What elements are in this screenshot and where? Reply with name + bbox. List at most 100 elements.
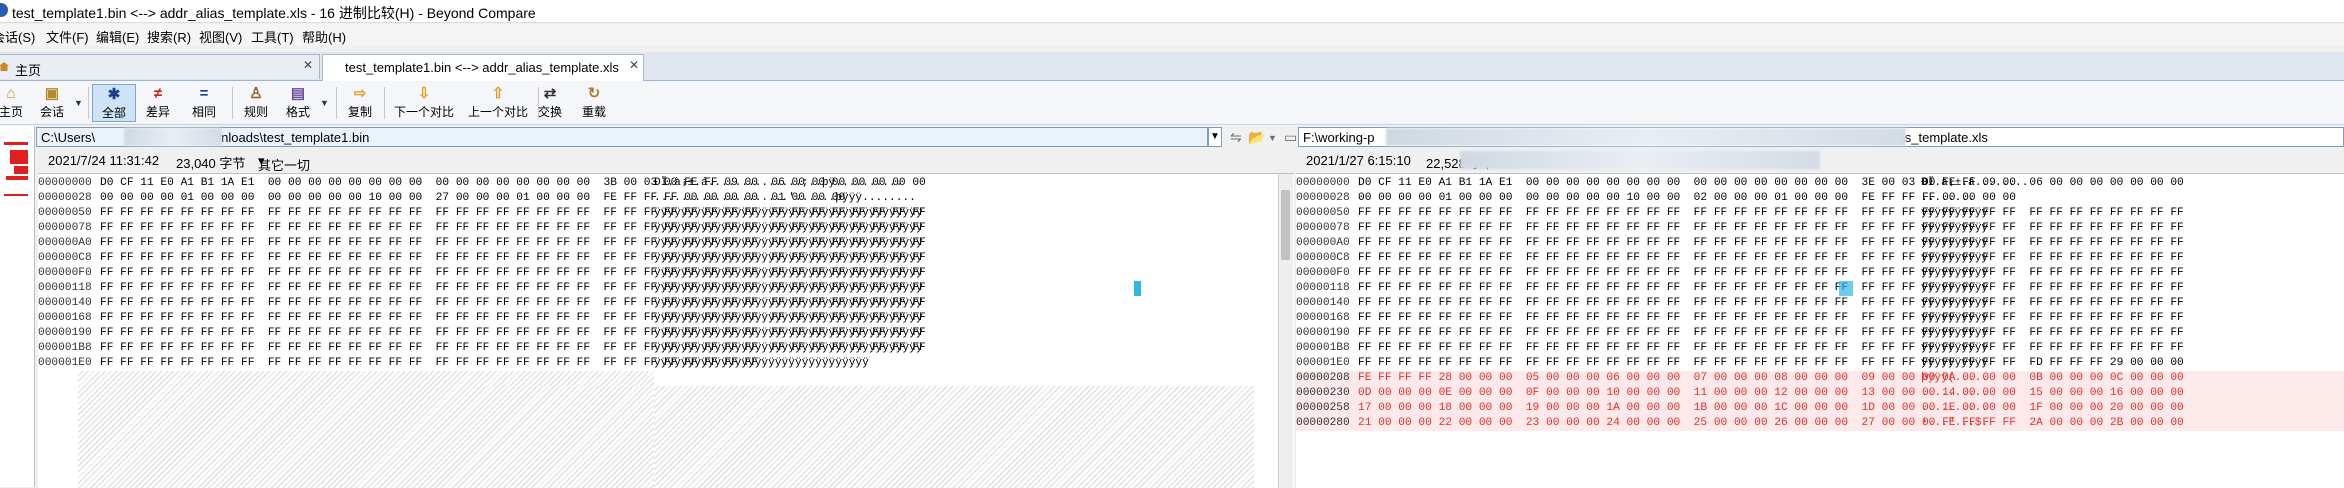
hex-row[interactable]: 000001E0 FF FF FF FF FF FF FF FF FF FF FF…: [1296, 356, 2344, 371]
all-button[interactable]: ✱ 全部: [92, 84, 136, 122]
hex-row[interactable]: 00000140 FF FF FF FF FF FF FF FF FF FF FF…: [38, 296, 1258, 311]
hex-row[interactable]: 00000190 FF FF FF FF FF FF FF FF FF FF FF…: [38, 326, 1258, 341]
hex-ascii: ÿÿÿÿÿÿÿÿÿÿÿÿÿÿÿÿÿÿÿÿÿÿÿÿÿÿÿÿÿÿÿÿÿÿÿÿÿÿÿÿ: [654, 222, 923, 234]
left-hex-view[interactable]: 00000000 D0 CF 11 E0 A1 B1 1A E1 00 00 00…: [38, 173, 1294, 488]
hex-row[interactable]: 00000258 17 00 00 00 18 00 00 00 19 00 00…: [1296, 401, 2344, 416]
hex-row[interactable]: 00000208 FE FF FF FF 28 00 00 00 05 00 00…: [1296, 371, 2344, 386]
hex-row[interactable]: 000000A0 FF FF FF FF FF FF FF FF FF FF FF…: [1296, 236, 2344, 251]
hex-row[interactable]: 000000A0 FF FF FF FF FF FF FF FF FF FF FF…: [38, 236, 1258, 251]
hex-row[interactable]: 000000F0 FF FF FF FF FF FF FF FF FF FF FF…: [38, 266, 1258, 281]
hex-address: 00000190: [1296, 327, 1350, 339]
hex-row[interactable]: 000001B8 FF FF FF FF FF FF FF FF FF FF FF…: [1296, 341, 2344, 356]
menu-tools[interactable]: 工具(T): [251, 27, 294, 46]
reload-button[interactable]: ↻ 重载: [576, 84, 612, 122]
hex-ascii: ........: [1921, 192, 1975, 204]
hex-row[interactable]: 00000168 FF FF FF FF FF FF FF FF FF FF FF…: [38, 311, 1258, 326]
hex-ascii: ÿÿÿÿÿÿÿÿÿÿÿÿÿÿÿÿÿÿÿÿÿÿÿÿÿÿÿÿÿÿÿÿ: [654, 357, 869, 369]
asterisk-icon: ✱: [107, 86, 121, 103]
hex-row[interactable]: 00000000 D0 CF 11 E0 A1 B1 1A E1 00 00 00…: [38, 176, 1258, 191]
swap-sides-icon[interactable]: ⇋: [1230, 129, 1242, 146]
prev-diff-button[interactable]: ⇧ 上一个对比: [464, 84, 532, 122]
chevron-down-icon[interactable]: ▼: [1208, 127, 1222, 147]
tab-home[interactable]: 主页 ✕: [0, 54, 320, 79]
hex-bytes: FE FF FF FF 28 00 00 00 05 00 00 00 06 0…: [1358, 372, 2184, 384]
right-info-bar: 2021/1/27 6:15:10 22,528 字节: [1306, 151, 2336, 171]
menu-search[interactable]: 搜索(R): [147, 27, 191, 46]
toolbar-separator: [232, 87, 233, 119]
rules-button[interactable]: ♙ 规则: [238, 84, 274, 122]
hex-address: 00000078: [38, 222, 92, 234]
same-button[interactable]: = 相同: [184, 84, 224, 122]
menu-session[interactable]: 会话(S): [0, 27, 35, 46]
menu-file[interactable]: 文件(F): [46, 27, 89, 46]
hex-bytes: FF FF FF FF FF FF FF FF FF FF FF FF FF F…: [1358, 327, 2184, 339]
hex-ascii: ÿÿÿÿÿÿÿÿÿÿÿÿÿÿÿÿÿÿÿÿÿÿÿÿÿÿÿÿÿÿÿÿÿÿÿÿÿÿÿÿ: [654, 342, 923, 354]
hex-address: 00000280: [1296, 417, 1350, 429]
hex-ascii: ÿÿÿÿÿÿÿÿÿÿ: [1921, 327, 1989, 339]
hex-row[interactable]: 000000C8 FF FF FF FF FF FF FF FF FF FF FF…: [38, 251, 1258, 266]
hex-row[interactable]: 00000118 FF FF FF FF FF FF FF FF FF FF FF…: [38, 281, 1258, 296]
hex-row[interactable]: 00000050 FF FF FF FF FF FF FF FF FF FF FF…: [1296, 206, 2344, 221]
close-icon[interactable]: ✕: [303, 58, 313, 72]
hex-ascii: ÿÿÿÿÿÿÿÿÿÿÿÿÿÿÿÿÿÿÿÿÿÿÿÿÿÿÿÿÿÿÿÿÿÿÿÿÿÿÿÿ: [654, 297, 923, 309]
hex-row[interactable]: 00000230 0D 00 00 00 0E 00 00 00 0F 00 00…: [1296, 386, 2344, 401]
hex-bytes: 21 00 00 00 22 00 00 00 23 00 00 00 24 0…: [1358, 417, 2184, 429]
folder-open-icon[interactable]: 📂: [1248, 129, 1265, 146]
session-button[interactable]: ▣ 会话: [34, 84, 70, 122]
menu-help[interactable]: 帮助(H): [302, 27, 346, 46]
empty-region: [486, 371, 646, 386]
tab-compare[interactable]: test_template1.bin <--> addr_alias_templ…: [322, 54, 644, 81]
home-icon: [0, 62, 9, 71]
close-icon[interactable]: ✕: [629, 58, 639, 72]
hex-row[interactable]: 00000190 FF FF FF FF FF FF FF FF FF FF FF…: [1296, 326, 2344, 341]
swap-button[interactable]: ⇄ 交换: [532, 84, 568, 122]
diff-marker: [4, 194, 28, 196]
hex-row[interactable]: 00000000 D0 CF 11 E0 A1 B1 1A E1 00 00 00…: [1296, 176, 2344, 191]
menu-view[interactable]: 视图(V): [199, 27, 242, 46]
hex-ascii: ÿÿÿÿÿÿÿÿÿÿ: [1921, 237, 1989, 249]
scrollbar-thumb[interactable]: [1281, 190, 1290, 260]
hex-address: 000000F0: [38, 267, 92, 279]
vertical-scrollbar[interactable]: [1278, 174, 1293, 488]
chevron-down-icon[interactable]: ▼: [1268, 133, 1277, 143]
hex-row[interactable]: 00000078 FF FF FF FF FF FF FF FF FF FF FF…: [38, 221, 1258, 236]
format-button[interactable]: ▤ 格式: [280, 84, 316, 122]
save-icon[interactable]: ▭: [1284, 129, 1297, 146]
hex-row[interactable]: 00000168 FF FF FF FF FF FF FF FF FF FF FF…: [1296, 311, 2344, 326]
next-diff-button[interactable]: ⇩ 下一个对比: [390, 84, 458, 122]
hex-address: 000000C8: [38, 252, 92, 264]
hex-row[interactable]: 00000078 FF FF FF FF FF FF FF FF FF FF FF…: [1296, 221, 2344, 236]
hex-ascii: ÿÿÿÿÿÿÿÿÿÿÿÿÿÿÿÿÿÿÿÿÿÿÿÿÿÿÿÿÿÿÿÿÿÿÿÿÿÿÿÿ: [654, 282, 923, 294]
hex-row[interactable]: 00000050 FF FF FF FF FF FF FF FF FF FF FF…: [38, 206, 1258, 221]
hex-row[interactable]: 00000028 00 00 00 00 01 00 00 00 00 00 00…: [1296, 191, 2344, 206]
hex-address: 00000168: [38, 312, 92, 324]
hex-row[interactable]: 000000F0 FF FF FF FF FF FF FF FF FF FF FF…: [1296, 266, 2344, 281]
hex-ascii: ÿÿÿÿÿÿÿÿÿÿ: [1921, 297, 1989, 309]
hex-row[interactable]: 000000C8 FF FF FF FF FF FF FF FF FF FF FF…: [1296, 251, 2344, 266]
hex-row[interactable]: 00000280 21 00 00 00 22 00 00 00 23 00 00…: [1296, 416, 2344, 431]
diffs-button[interactable]: ≠ 差异: [138, 84, 178, 122]
hex-row[interactable]: 00000140 FF FF FF FF FF FF FF FF FF FF FF…: [1296, 296, 2344, 311]
arrow-right-icon: ⇨: [353, 85, 367, 102]
hex-row[interactable]: 00000118 FF FF FF FF FF FF FF FF FF FF FF…: [1296, 281, 2344, 296]
arrow-down-icon: ⇩: [417, 85, 431, 102]
hex-address: 00000050: [38, 207, 92, 219]
chevron-down-icon[interactable]: ▼: [320, 98, 329, 108]
swap-icon: ⇄: [543, 85, 557, 102]
difference-overview[interactable]: [0, 126, 35, 487]
hex-address: 00000168: [1296, 312, 1350, 324]
hex-bytes: FF FF FF FF FF FF FF FF FF FF FF FF FF F…: [1358, 312, 2184, 324]
menu-edit[interactable]: 编辑(E): [96, 27, 139, 46]
hex-address: 00000140: [38, 297, 92, 309]
copy-button[interactable]: ⇨ 复制: [342, 84, 378, 122]
right-hex-view[interactable]: 00000000 D0 CF 11 E0 A1 B1 1A E1 00 00 00…: [1296, 173, 2344, 488]
chevron-down-icon[interactable]: ▼: [74, 98, 83, 108]
hex-row[interactable]: 000001E0 FF FF FF FF FF FF FF FF FF FF FF…: [38, 356, 1258, 371]
home-button[interactable]: ⌂ 主页: [0, 84, 28, 122]
hex-address: 000001B8: [1296, 342, 1350, 354]
hex-bytes: FF FF FF FF FF FF FF FF FF FF FF FF FF F…: [1358, 252, 2184, 264]
hex-bytes: FF FF FF FF FF FF FF FF FF FF FF FF FF F…: [1358, 342, 2184, 354]
left-format-select[interactable]: 其它一切 ▾: [258, 153, 310, 173]
hex-row[interactable]: 00000028 00 00 00 00 01 00 00 00 00 00 00…: [38, 191, 1258, 206]
hex-row[interactable]: 000001B8 FF FF FF FF FF FF FF FF FF FF FF…: [38, 341, 1258, 356]
